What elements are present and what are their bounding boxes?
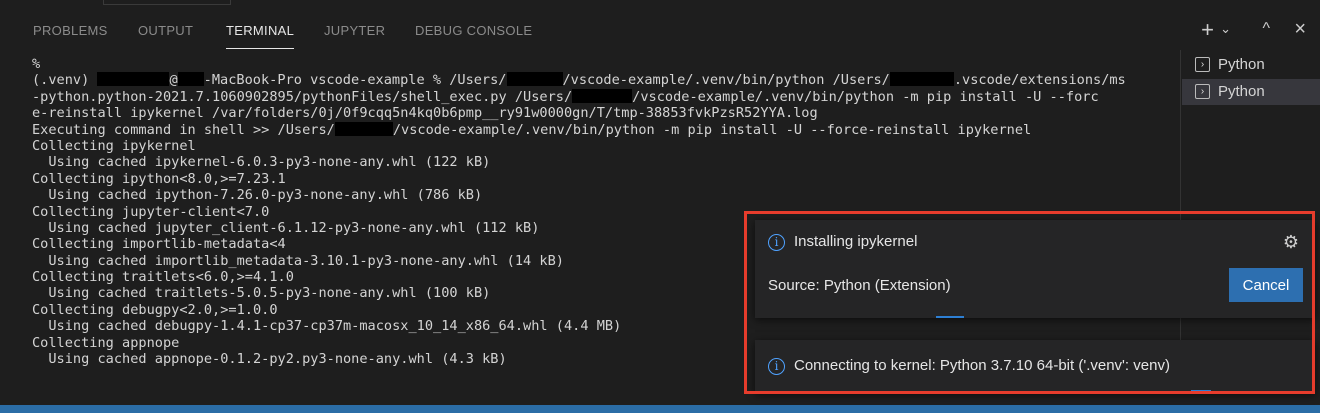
redacted-text: [889, 72, 954, 87]
redacted-text: [572, 88, 633, 103]
tab-terminal[interactable]: TERMINAL: [226, 23, 295, 49]
terminal-line: e-reinstall ipykernel /var/folders/0j/0f…: [32, 105, 818, 122]
terminal-line: Using cached ipykernel-6.0.3-py3-none-an…: [32, 154, 491, 171]
terminal-line: (.venv) @ -MacBook-Pro vscode-example % /…: [32, 72, 1126, 89]
terminal-list-item[interactable]: › Python: [1182, 52, 1320, 78]
panel-tabs: PROBLEMS OUTPUT TERMINAL JUPYTER DEBUG C…: [0, 16, 1180, 50]
chevron-down-icon[interactable]: ⌄: [1220, 21, 1231, 37]
new-terminal-icon[interactable]: +: [1201, 17, 1214, 43]
maximize-panel-icon[interactable]: ^: [1262, 20, 1270, 38]
top-strip: [0, 0, 1320, 8]
redacted-text: [334, 121, 393, 136]
terminal-line: -python.python-2021.7.1060902895/pythonF…: [32, 88, 1099, 105]
terminal-line: Collecting ipython<8.0,>=7.23.1: [32, 170, 286, 187]
tab-jupyter[interactable]: JUPYTER: [324, 23, 385, 38]
status-bar: [0, 405, 1320, 413]
redacted-text: [97, 72, 170, 87]
active-tab-underline: [226, 48, 295, 49]
terminal-line: Collecting ipykernel: [32, 137, 196, 154]
terminal-list-item-selected[interactable]: › Python: [1182, 79, 1320, 105]
tab-problems[interactable]: PROBLEMS: [33, 23, 108, 38]
redacted-text: [506, 72, 563, 87]
terminal-line: %: [32, 56, 41, 72]
terminal-icon: ›: [1195, 57, 1210, 72]
tab-output[interactable]: OUTPUT: [138, 23, 193, 38]
redacted-text: [177, 72, 204, 87]
editor-tab-edge: [103, 0, 231, 5]
close-panel-icon[interactable]: ×: [1294, 18, 1306, 41]
terminal-line: Executing command in shell >> /Users//vs…: [32, 121, 1032, 138]
highlight-frame: [744, 211, 1315, 394]
terminal-line: Using cached ipython-7.26.0-py3-none-any…: [32, 187, 483, 204]
terminal-icon: ›: [1195, 84, 1210, 99]
tab-debug-console[interactable]: DEBUG CONSOLE: [415, 23, 532, 38]
